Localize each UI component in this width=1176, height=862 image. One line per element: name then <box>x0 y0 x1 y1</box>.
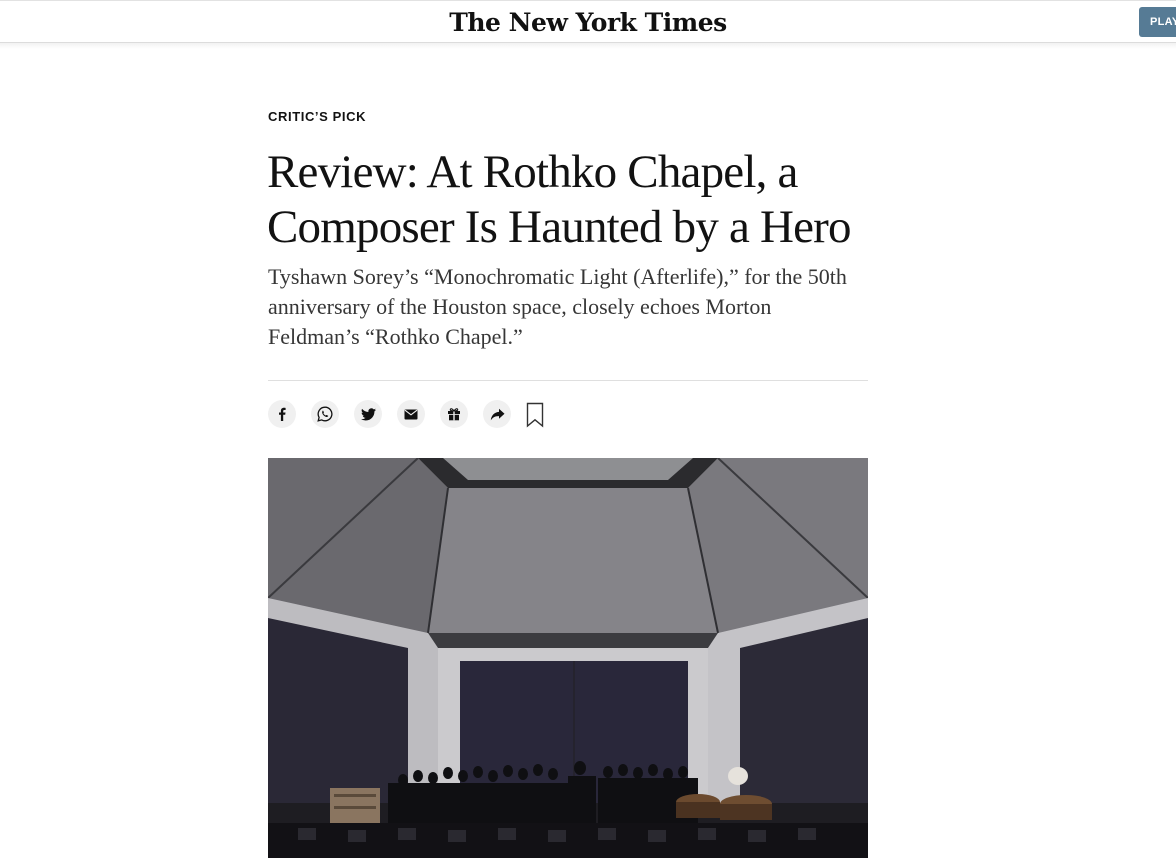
whatsapp-share-button[interactable] <box>311 400 339 428</box>
chapel-performance-image <box>268 458 868 858</box>
article-headline: Review: At Rothko Chapel, a Composer Is … <box>267 146 852 253</box>
bookmark-icon[interactable] <box>525 402 545 428</box>
critics-pick-label: CRITIC’S PICK <box>268 109 367 124</box>
share-toolbar <box>268 400 568 430</box>
article-lead-photo[interactable] <box>268 458 868 858</box>
facebook-icon <box>279 407 286 421</box>
top-bar-shadow <box>0 43 1176 49</box>
play-button[interactable]: PLAY <box>1139 7 1176 37</box>
twitter-icon <box>360 407 376 420</box>
whatsapp-icon <box>317 406 333 422</box>
article-summary: Tyshawn Sorey’s “Monochromatic Light (Af… <box>268 264 847 349</box>
top-bar: The New York Times PLAY <box>0 0 1176 43</box>
masthead-logo[interactable]: The New York Times <box>0 5 1176 41</box>
share-icon <box>490 408 504 420</box>
email-share-button[interactable] <box>397 400 425 428</box>
divider <box>268 380 868 381</box>
twitter-share-button[interactable] <box>354 400 382 428</box>
email-icon <box>404 409 418 419</box>
gift-icon <box>448 408 460 421</box>
facebook-share-button[interactable] <box>268 400 296 428</box>
gift-article-button[interactable] <box>440 400 468 428</box>
more-share-button[interactable] <box>483 400 511 428</box>
